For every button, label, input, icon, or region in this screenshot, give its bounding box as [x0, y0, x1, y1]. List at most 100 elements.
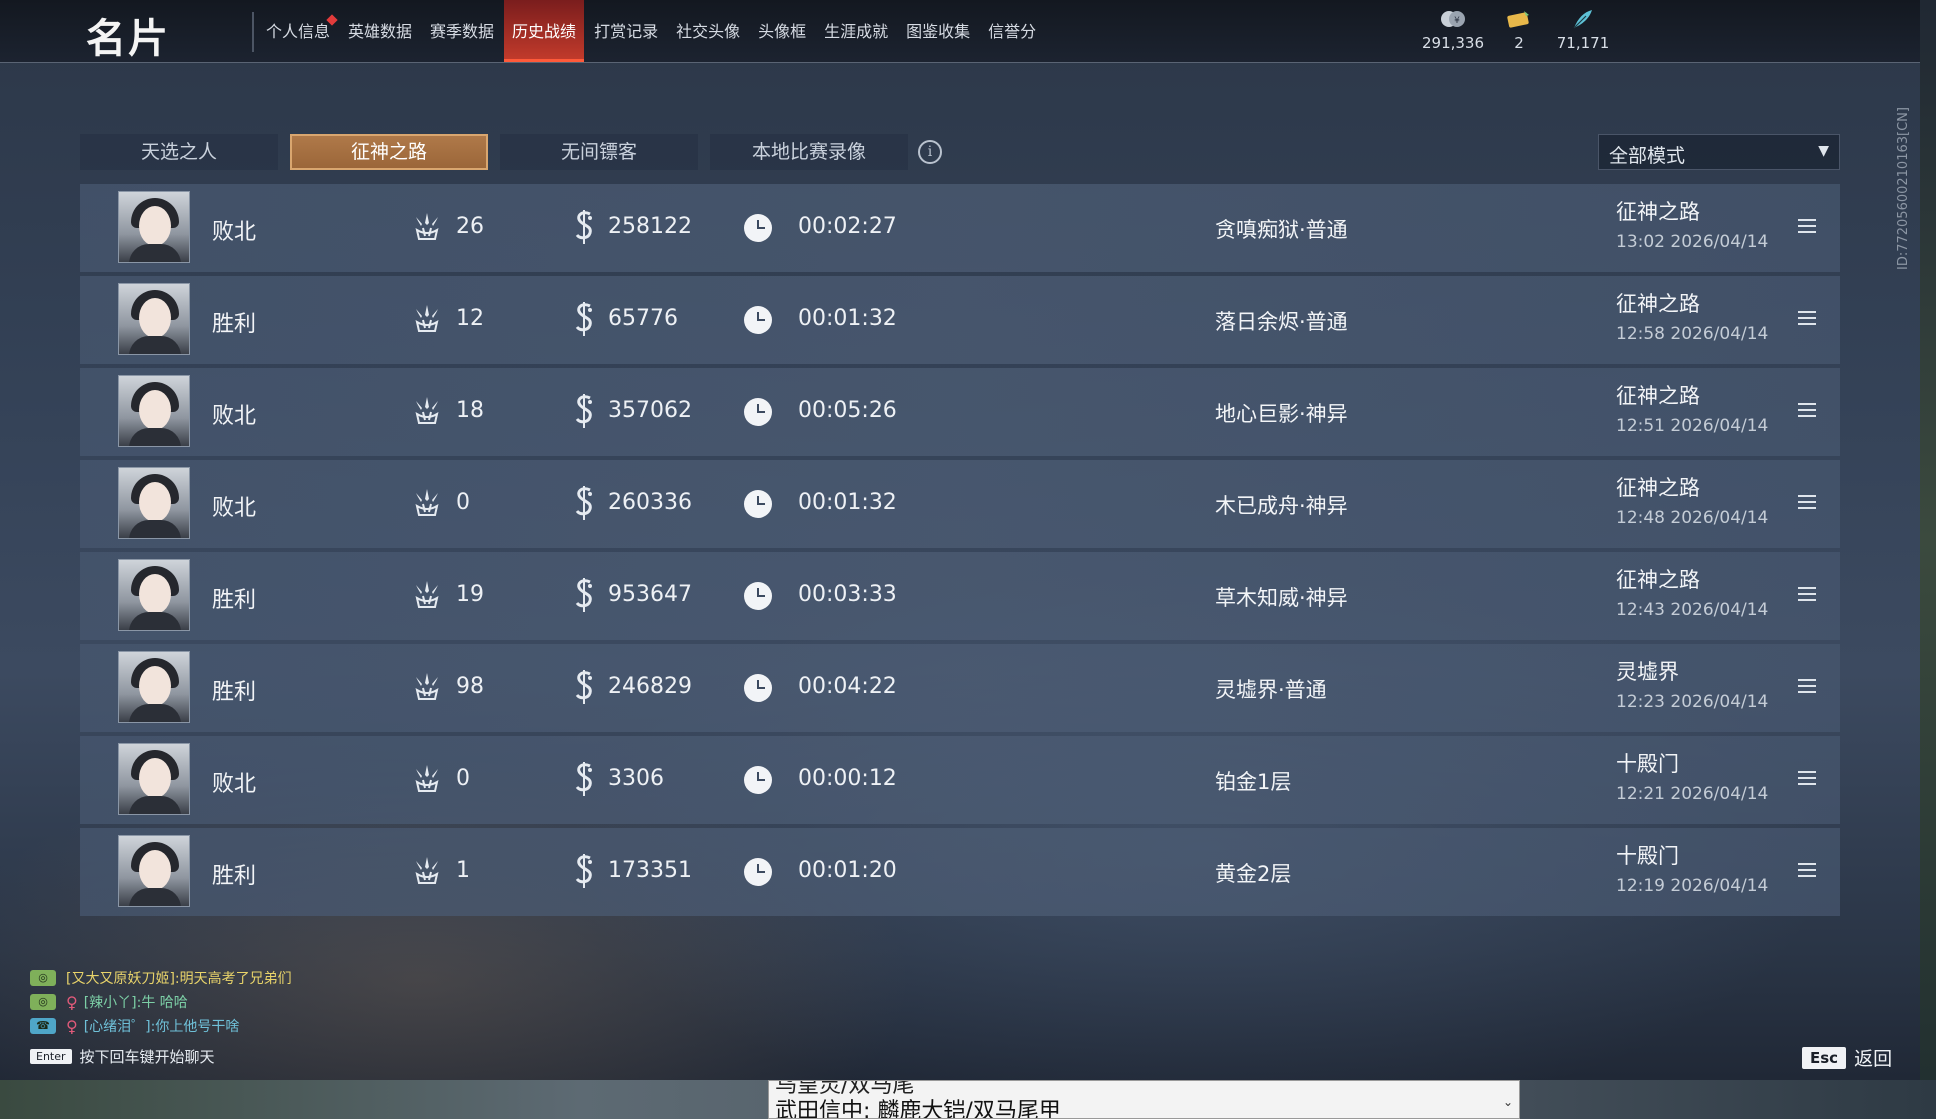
tab-local-replays[interactable]: 本地比赛录像	[710, 134, 908, 170]
mode-filter-label: 全部模式	[1609, 145, 1686, 167]
details-menu-icon[interactable]	[1798, 679, 1816, 693]
kill-count: 1	[456, 858, 470, 883]
top-divider	[0, 62, 1936, 63]
hero-avatar	[118, 559, 190, 631]
nav-avatar-frame[interactable]: 头像框	[750, 0, 814, 62]
match-duration: 00:01:32	[798, 490, 897, 515]
kill-count: 0	[456, 490, 470, 515]
chat-message: ◎ [又大又原妖刀姬]:明天高考了兄弟们	[30, 966, 292, 990]
female-icon: ♀	[66, 992, 78, 1012]
tab-chosen-one[interactable]: 天选之人	[80, 134, 278, 170]
nav-label: 历史战绩	[512, 22, 577, 41]
match-row[interactable]: 胜利 1 173351 00:01:20 黄金2层 十殿门 12:19 2026…	[80, 828, 1840, 916]
clock-icon	[744, 306, 772, 334]
chat-input-hint[interactable]: Enter 按下回车键开始聊天	[30, 1046, 215, 1067]
top-nav: 个人信息 英雄数据 赛季数据 历史战绩 打赏记录 社交头像 头像框 生涯成就 图…	[258, 0, 1046, 62]
nav-label: 信誉分	[988, 22, 1037, 41]
clock-icon	[744, 858, 772, 886]
hero-avatar	[118, 191, 190, 263]
currency-feathers[interactable]: 71,171	[1538, 8, 1628, 52]
enter-key-icon: Enter	[30, 1049, 72, 1064]
match-result: 胜利	[212, 312, 257, 337]
match-duration: 00:00:12	[798, 766, 897, 791]
match-row[interactable]: 胜利 19 953647 00:03:33 草木知威·神异 征神之路 12:43…	[80, 552, 1840, 640]
details-menu-icon[interactable]	[1798, 863, 1816, 877]
match-result: 败北	[212, 772, 257, 797]
nav-credit-score[interactable]: 信誉分	[980, 0, 1044, 62]
details-menu-icon[interactable]	[1798, 587, 1816, 601]
game-mode: 十殿门	[1616, 752, 1679, 776]
match-timestamp: 12:21 2026/04/14	[1616, 784, 1769, 804]
map-name: 木已成舟·神异	[1215, 494, 1348, 518]
info-icon[interactable]: i	[918, 140, 942, 164]
channel-icon: ◎	[30, 970, 56, 986]
kills-icon	[415, 673, 439, 700]
game-mode: 灵墟界	[1616, 660, 1679, 684]
channel-icon: ☎	[30, 1018, 56, 1034]
map-name: 贪嗔痴狱·普通	[1215, 218, 1348, 242]
money-icon	[575, 302, 592, 336]
overlay-text-panel[interactable]: 乌皇灵/双马尾 武田信中: 麟鹿大铠/双马尾甲 ⌄	[768, 1080, 1520, 1119]
map-name: 地心巨影·神异	[1215, 402, 1348, 426]
chevron-down-icon: ▼	[1818, 143, 1829, 159]
details-menu-icon[interactable]	[1798, 403, 1816, 417]
map-name: 草木知威·神异	[1215, 586, 1348, 610]
female-icon: ♀	[66, 1016, 78, 1036]
match-timestamp: 12:58 2026/04/14	[1616, 324, 1769, 344]
money-earned: 3306	[608, 766, 664, 791]
nav-label: 赛季数据	[430, 22, 495, 41]
match-row[interactable]: 败北 0 260336 00:01:32 木已成舟·神异 征神之路 12:48 …	[80, 460, 1840, 548]
money-earned: 173351	[608, 858, 692, 883]
nav-season-data[interactable]: 赛季数据	[422, 0, 502, 62]
mode-filter-select[interactable]: 全部模式 ▼	[1598, 134, 1840, 170]
player-id: ID:77205600210163[CN]	[1896, 107, 1911, 270]
nav-collection[interactable]: 图鉴收集	[898, 0, 978, 62]
map-name: 落日余烬·普通	[1215, 310, 1348, 334]
svg-text:¥: ¥	[1454, 16, 1460, 26]
nav-label: 英雄数据	[348, 22, 413, 41]
kills-icon	[415, 397, 439, 424]
nav-hero-data[interactable]: 英雄数据	[340, 0, 420, 62]
details-menu-icon[interactable]	[1798, 219, 1816, 233]
game-mode: 十殿门	[1616, 844, 1679, 868]
match-result: 败北	[212, 220, 257, 245]
match-row[interactable]: 败北 26 258122 00:02:27 贪嗔痴狱·普通 征神之路 13:02…	[80, 184, 1840, 272]
nav-label: 社交头像	[676, 22, 741, 41]
match-row[interactable]: 败北 18 357062 00:05:26 地心巨影·神异 征神之路 12:51…	[80, 368, 1840, 456]
tab-path-of-gods[interactable]: 征神之路	[290, 134, 488, 170]
kill-count: 18	[456, 398, 484, 423]
match-row[interactable]: 胜利 12 65776 00:01:32 落日余烬·普通 征神之路 12:58 …	[80, 276, 1840, 364]
title-divider	[252, 12, 254, 52]
match-row[interactable]: 败北 0 3306 00:00:12 铂金1层 十殿门 12:21 2026/0…	[80, 736, 1840, 824]
game-mode: 征神之路	[1616, 384, 1700, 408]
hero-avatar	[118, 835, 190, 907]
nav-match-history[interactable]: 历史战绩	[504, 0, 585, 62]
esc-key-icon: Esc	[1802, 1046, 1847, 1069]
nav-tip-records[interactable]: 打赏记录	[586, 0, 666, 62]
back-label: 返回	[1854, 1048, 1893, 1070]
clock-icon	[744, 766, 772, 794]
chevron-down-icon[interactable]: ⌄	[1503, 1095, 1513, 1109]
details-menu-icon[interactable]	[1798, 495, 1816, 509]
hero-avatar	[118, 651, 190, 723]
details-menu-icon[interactable]	[1798, 771, 1816, 785]
match-timestamp: 12:48 2026/04/14	[1616, 508, 1769, 528]
details-menu-icon[interactable]	[1798, 311, 1816, 325]
chat-hint-text: 按下回车键开始聊天	[79, 1048, 215, 1066]
nav-career-achievements[interactable]: 生涯成就	[816, 0, 896, 62]
match-history-list: 败北 26 258122 00:02:27 贪嗔痴狱·普通 征神之路 13:02…	[80, 184, 1840, 920]
money-earned: 65776	[608, 306, 678, 331]
kills-icon	[415, 857, 439, 884]
match-result: 败北	[212, 404, 257, 429]
nav-personal-info[interactable]: 个人信息	[258, 0, 338, 62]
tab-endless-escort[interactable]: 无间镖客	[500, 134, 698, 170]
match-timestamp: 12:43 2026/04/14	[1616, 600, 1769, 620]
match-row[interactable]: 胜利 98 246829 00:04:22 灵墟界·普通 灵墟界 12:23 2…	[80, 644, 1840, 732]
kills-icon	[415, 213, 439, 240]
money-earned: 357062	[608, 398, 692, 423]
money-icon	[575, 670, 592, 704]
kill-count: 19	[456, 582, 484, 607]
nav-social-avatar[interactable]: 社交头像	[668, 0, 748, 62]
back-button[interactable]: Esc 返回	[1802, 1044, 1892, 1071]
match-result: 胜利	[212, 864, 257, 889]
